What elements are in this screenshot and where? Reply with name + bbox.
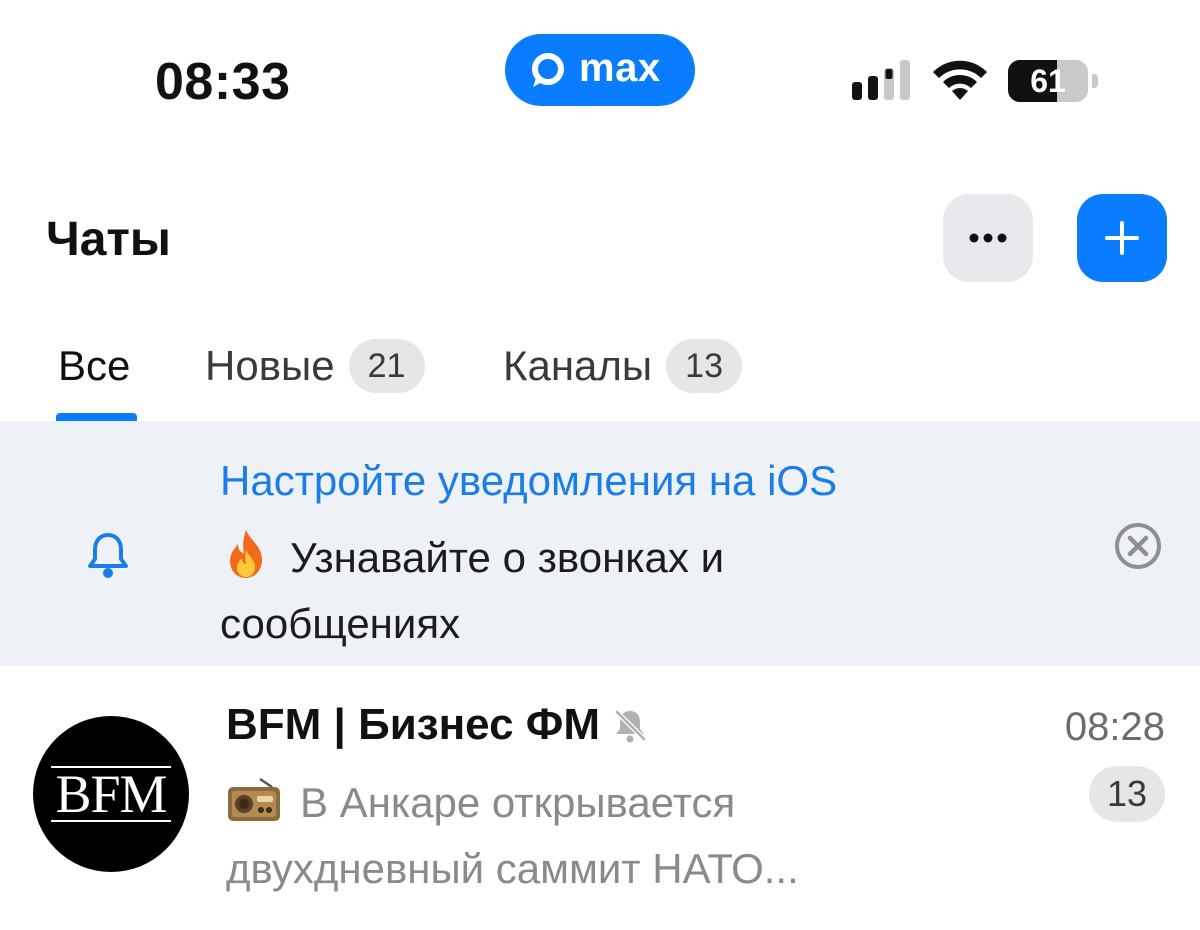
bell-icon — [88, 533, 128, 578]
banner-text: Узнавайте о звонках и сообщениях — [220, 534, 725, 647]
wifi-icon — [933, 60, 987, 100]
close-circle-icon[interactable] — [1113, 521, 1163, 571]
fire-emoji-icon — [230, 530, 262, 578]
plus-icon — [1105, 221, 1139, 255]
max-app-label: max — [579, 46, 661, 90]
tab-label: Все — [58, 342, 131, 389]
tab-all[interactable]: Все — [58, 338, 130, 394]
radio-emoji-icon — [228, 777, 280, 821]
chat-name-row: BFM | Бизнес ФМ — [226, 695, 650, 755]
battery-body: 61 — [1008, 60, 1088, 102]
ellipsis-icon — [969, 233, 1007, 243]
new-chat-button[interactable] — [1077, 194, 1167, 282]
cellular-signal-icon — [852, 60, 910, 100]
chat-name: BFM | Бизнес ФМ — [226, 700, 600, 749]
notification-setup-banner[interactable]: Настройте уведомления на iOS Узнавайте о… — [0, 421, 1200, 666]
chat-preview-block: В Анкаре открывается двухдневный саммит … — [226, 770, 946, 902]
max-app-pill[interactable]: max — [505, 34, 695, 106]
tab-count-badge: 21 — [348, 339, 425, 393]
avatar: BFM — [33, 716, 189, 872]
tab-count-badge: 13 — [666, 339, 743, 393]
status-time: 08:33 — [155, 53, 291, 111]
chat-preview-text: В Анкаре открывается двухдневный саммит … — [226, 779, 799, 892]
tab-label: Новые — [205, 342, 335, 389]
page-title: Чаты — [46, 213, 171, 266]
max-logo-icon — [532, 53, 564, 87]
banner-title: Настройте уведомления на iOS — [220, 457, 838, 504]
more-options-button[interactable] — [943, 194, 1033, 282]
battery-cap — [1092, 74, 1098, 88]
active-tab-indicator — [56, 413, 137, 421]
banner-text-block: Узнавайте о звонках и сообщениях — [220, 525, 920, 657]
battery-indicator: 61 — [1008, 60, 1100, 102]
tab-channels[interactable]: Каналы 13 — [503, 338, 743, 394]
tab-new[interactable]: Новые 21 — [205, 338, 425, 394]
avatar-logo-text: BFM — [51, 766, 171, 822]
muted-bell-icon — [614, 709, 647, 743]
unread-count-badge: 13 — [1089, 766, 1165, 822]
tab-label: Каналы — [503, 342, 653, 389]
chat-time: 08:28 — [1064, 705, 1165, 749]
battery-percent: 61 — [1030, 63, 1066, 99]
